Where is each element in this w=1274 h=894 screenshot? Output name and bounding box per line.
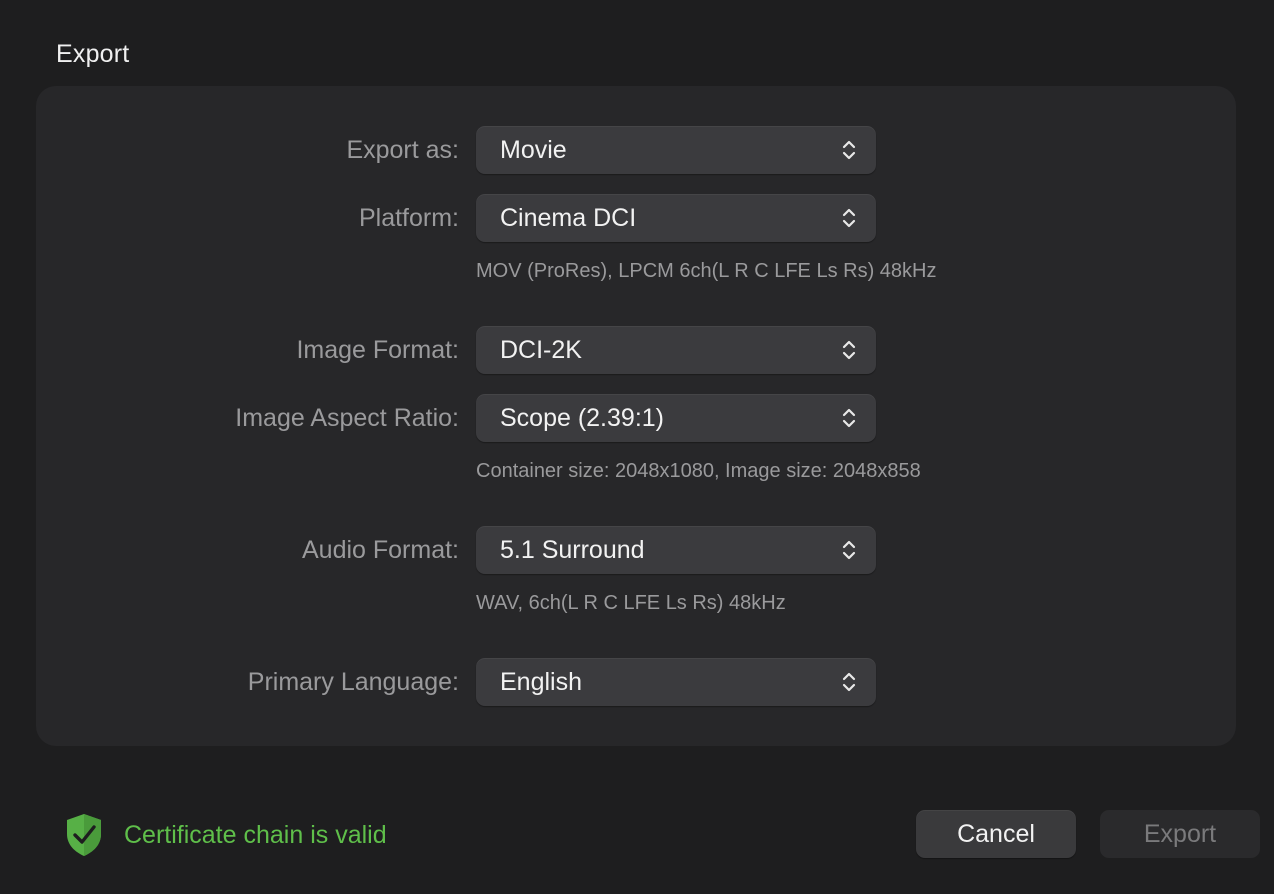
image-format-popup[interactable]: DCI-2K [476, 326, 876, 374]
chevron-up-down-icon [842, 340, 856, 360]
platform-value: Cinema DCI [500, 204, 637, 232]
image-format-value: DCI-2K [500, 336, 582, 364]
primary-language-popup[interactable]: English [476, 658, 876, 706]
export-button[interactable]: Export [1100, 810, 1260, 858]
image-format-label: Image Format: [296, 336, 459, 364]
platform-popup[interactable]: Cinema DCI [476, 194, 876, 242]
primary-language-row: Primary Language: English [36, 658, 1236, 706]
platform-hint: MOV (ProRes), LPCM 6ch(L R C LFE Ls Rs) … [476, 260, 937, 282]
dialog-title: Export [56, 40, 130, 68]
export-as-popup[interactable]: Movie [476, 126, 876, 174]
shield-check-icon [67, 814, 101, 856]
cancel-button[interactable]: Cancel [916, 810, 1076, 858]
image-format-row: Image Format: DCI-2K [36, 326, 1236, 374]
export-as-value: Movie [500, 136, 567, 164]
audio-format-hint: WAV, 6ch(L R C LFE Ls Rs) 48kHz [476, 592, 786, 614]
chevron-up-down-icon [842, 672, 856, 692]
chevron-up-down-icon [842, 408, 856, 428]
export-settings-panel: Export as: Movie Platform: Cinema DCI MO… [36, 86, 1236, 746]
audio-format-label: Audio Format: [301, 536, 459, 564]
certificate-status-text: Certificate chain is valid [124, 820, 387, 849]
audio-format-value: 5.1 Surround [500, 536, 645, 564]
image-aspect-ratio-popup[interactable]: Scope (2.39:1) [476, 394, 876, 442]
image-aspect-ratio-label: Image Aspect Ratio: [235, 404, 459, 432]
chevron-up-down-icon [842, 208, 856, 228]
image-aspect-ratio-value: Scope (2.39:1) [500, 404, 664, 432]
platform-row: Platform: Cinema DCI [36, 194, 1236, 242]
image-aspect-ratio-row: Image Aspect Ratio: Scope (2.39:1) [36, 394, 1236, 442]
image-aspect-ratio-hint: Container size: 2048x1080, Image size: 2… [476, 460, 921, 482]
export-as-row: Export as: Movie [36, 126, 1236, 174]
chevron-up-down-icon [842, 140, 856, 160]
export-as-label: Export as: [346, 136, 459, 164]
platform-label: Platform: [358, 204, 459, 232]
primary-language-value: English [500, 668, 582, 696]
certificate-status: Certificate chain is valid [64, 812, 387, 858]
primary-language-label: Primary Language: [247, 668, 459, 696]
chevron-up-down-icon [842, 540, 856, 560]
audio-format-row: Audio Format: 5.1 Surround [36, 526, 1236, 574]
audio-format-popup[interactable]: 5.1 Surround [476, 526, 876, 574]
